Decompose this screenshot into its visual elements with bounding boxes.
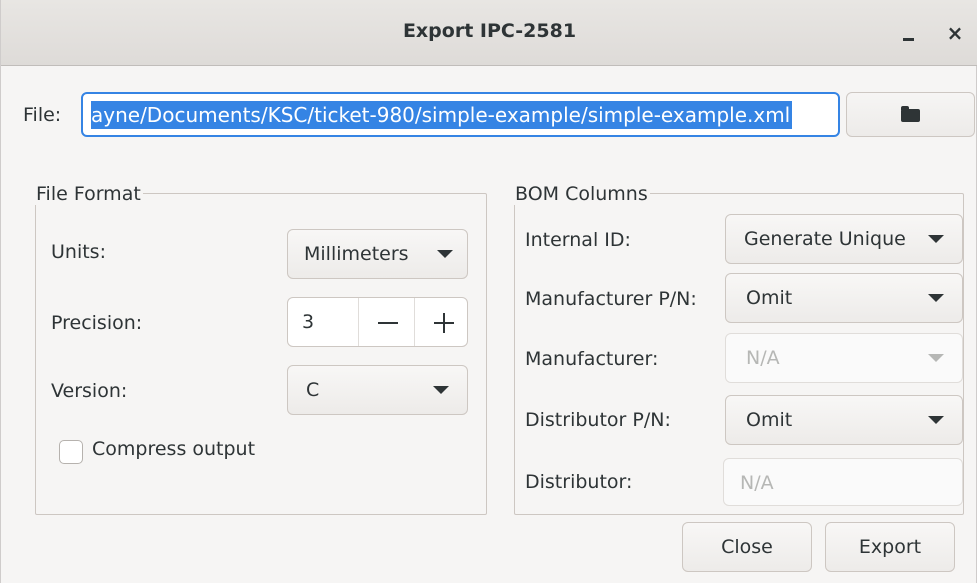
chevron-down-icon [928, 235, 944, 243]
window-title: Export IPC-2581 [402, 20, 577, 42]
compress-output-label[interactable]: Compress output [92, 438, 255, 460]
version-label: Version: [51, 380, 128, 402]
distributor-label: Distributor: [525, 471, 633, 493]
manufacturer-pn-value: Omit [746, 287, 793, 309]
export-dialog: Export IPC-2581 × File: ayne/Documents/K… [0, 0, 977, 583]
manufacturer-label: Manufacturer: [525, 348, 659, 370]
manufacturer-value: N/A [746, 347, 780, 369]
close-button[interactable]: Close [682, 522, 812, 572]
units-value: Millimeters [304, 243, 409, 265]
compress-output-checkbox[interactable] [59, 440, 83, 464]
bom-columns-title: BOM Columns [513, 183, 650, 205]
distributor-pn-label: Distributor P/N: [525, 409, 671, 431]
units-label: Units: [51, 241, 106, 263]
export-button[interactable]: Export [825, 522, 955, 572]
browse-folder-button[interactable] [846, 92, 975, 137]
file-path-input[interactable]: ayne/Documents/KSC/ticket-980/simple-exa… [81, 92, 840, 137]
close-button-label: Close [721, 536, 773, 558]
minimize-icon [903, 38, 914, 41]
chevron-down-icon [928, 354, 944, 362]
chevron-down-icon [437, 250, 453, 258]
folder-icon [901, 106, 920, 122]
internal-id-label: Internal ID: [525, 229, 631, 251]
manufacturer-pn-label: Manufacturer P/N: [525, 288, 697, 310]
file-path-value: ayne/Documents/KSC/ticket-980/simple-exa… [91, 101, 793, 129]
minus-icon[interactable] [378, 322, 398, 324]
version-dropdown[interactable]: C [287, 365, 468, 415]
version-value: C [306, 379, 320, 401]
chevron-down-icon [433, 386, 449, 394]
manufacturer-pn-dropdown[interactable]: Omit [725, 273, 963, 323]
units-dropdown[interactable]: Millimeters [287, 229, 468, 279]
precision-value: 3 [302, 311, 315, 333]
precision-label: Precision: [51, 312, 143, 334]
export-button-label: Export [858, 536, 922, 558]
spin-divider [414, 298, 415, 346]
internal-id-value: Generate Unique [744, 228, 906, 250]
minimize-button[interactable] [894, 18, 924, 48]
plus-icon-vertical [443, 313, 445, 333]
file-format-title: File Format [34, 183, 143, 205]
internal-id-dropdown[interactable]: Generate Unique [725, 214, 963, 264]
file-label: File: [23, 104, 62, 126]
title-bar[interactable]: Export IPC-2581 × [1, 0, 977, 66]
precision-spinbutton[interactable]: 3 [287, 297, 468, 347]
chevron-down-icon [928, 416, 944, 424]
manufacturer-dropdown: N/A [725, 333, 963, 383]
chevron-down-icon [928, 294, 944, 302]
distributor-field: N/A [723, 458, 963, 506]
spin-divider [358, 298, 359, 346]
distributor-pn-dropdown[interactable]: Omit [725, 395, 963, 445]
distributor-pn-value: Omit [746, 409, 793, 431]
close-window-button[interactable]: × [940, 18, 970, 48]
distributor-placeholder: N/A [740, 472, 774, 494]
